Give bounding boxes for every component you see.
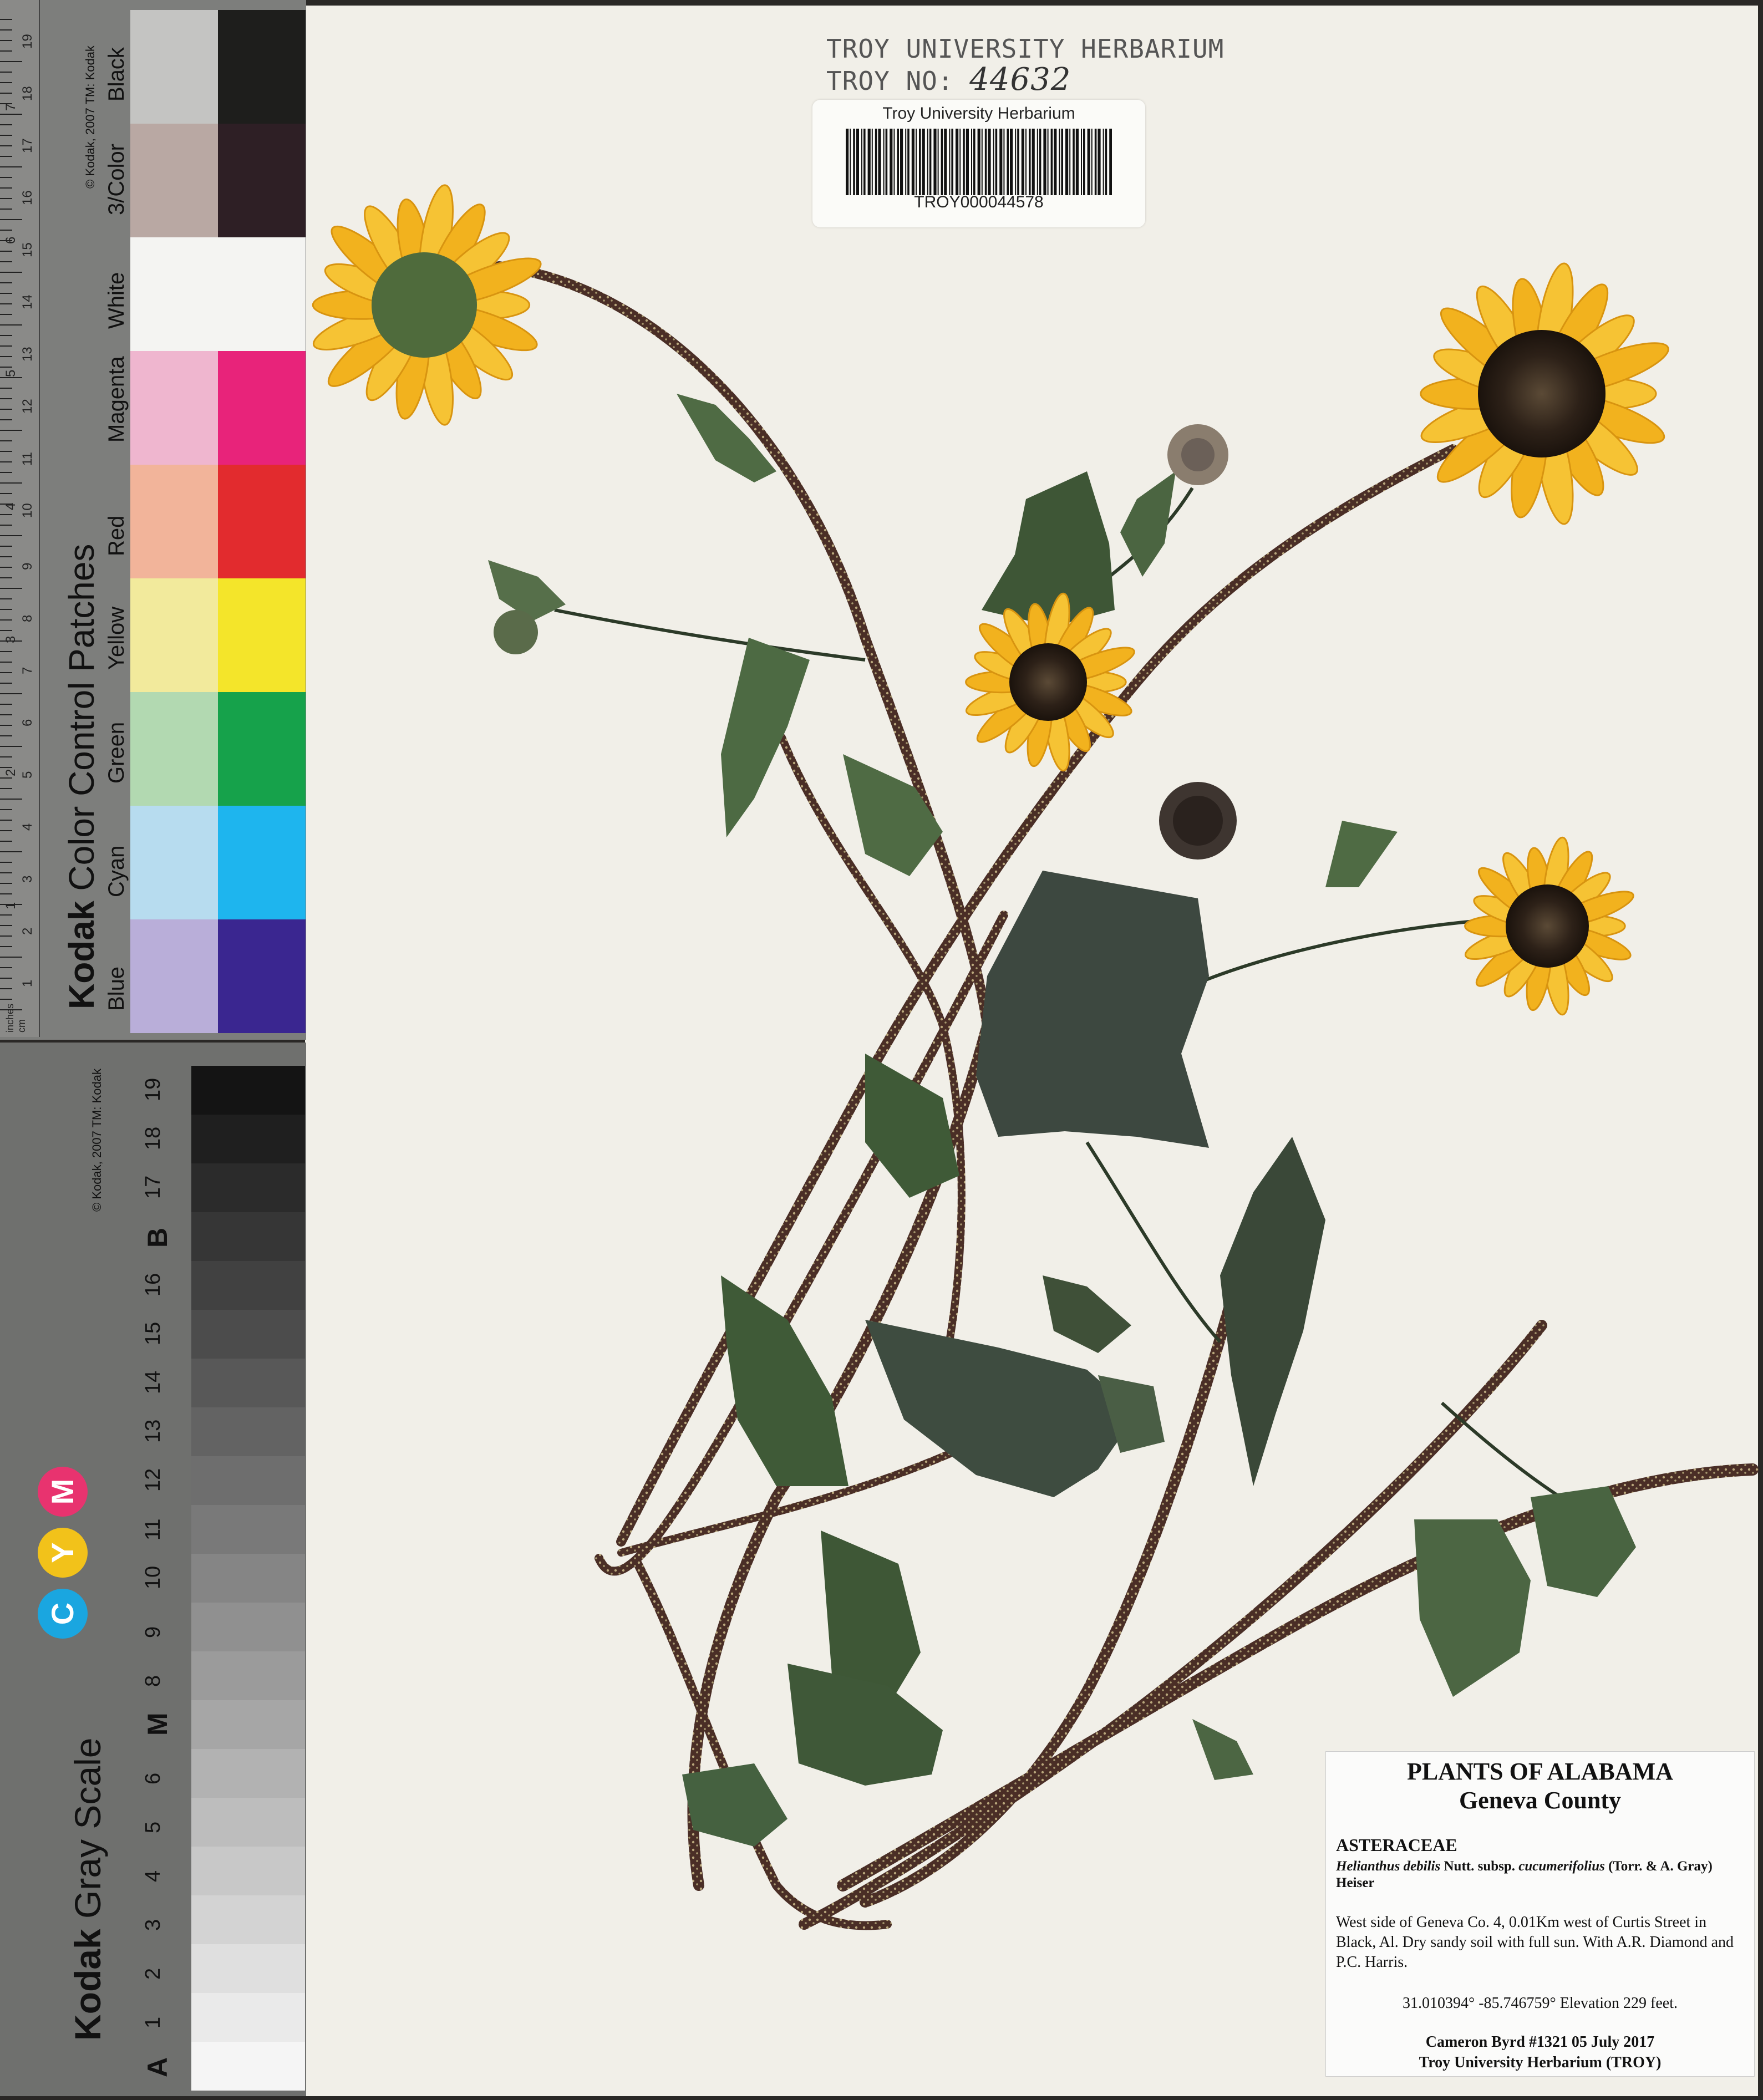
disk bbox=[1009, 643, 1087, 721]
flower-head bbox=[1420, 262, 1669, 525]
disk bbox=[1506, 884, 1589, 968]
label-family: ASTERACEAE bbox=[1336, 1835, 1457, 1855]
label-county: Geneva County bbox=[1459, 1787, 1622, 1814]
disk bbox=[1478, 330, 1606, 457]
label-title: PLANTS OF ALABAMA bbox=[1407, 1758, 1673, 1785]
label-locality: West side of Geneva Co. 4, 0.01Km west o… bbox=[1336, 1914, 1734, 1971]
involucre bbox=[372, 252, 477, 358]
label-institution: Troy University Herbarium (TROY) bbox=[1419, 2054, 1662, 2071]
flower-head bbox=[312, 184, 542, 426]
label-coordinates: 31.010394° -85.746759° Elevation 229 fee… bbox=[1403, 1995, 1678, 2012]
label-scientific-name: Helianthus debilis Nutt. subsp. cucumeri… bbox=[1336, 1859, 1713, 1890]
flower-head bbox=[965, 592, 1135, 772]
label-collector: Cameron Byrd #1321 05 July 2017 bbox=[1425, 2033, 1655, 2051]
flower-head bbox=[1464, 836, 1634, 1016]
specimen-label: PLANTS OF ALABAMA Geneva County ASTERACE… bbox=[1325, 1751, 1755, 2077]
